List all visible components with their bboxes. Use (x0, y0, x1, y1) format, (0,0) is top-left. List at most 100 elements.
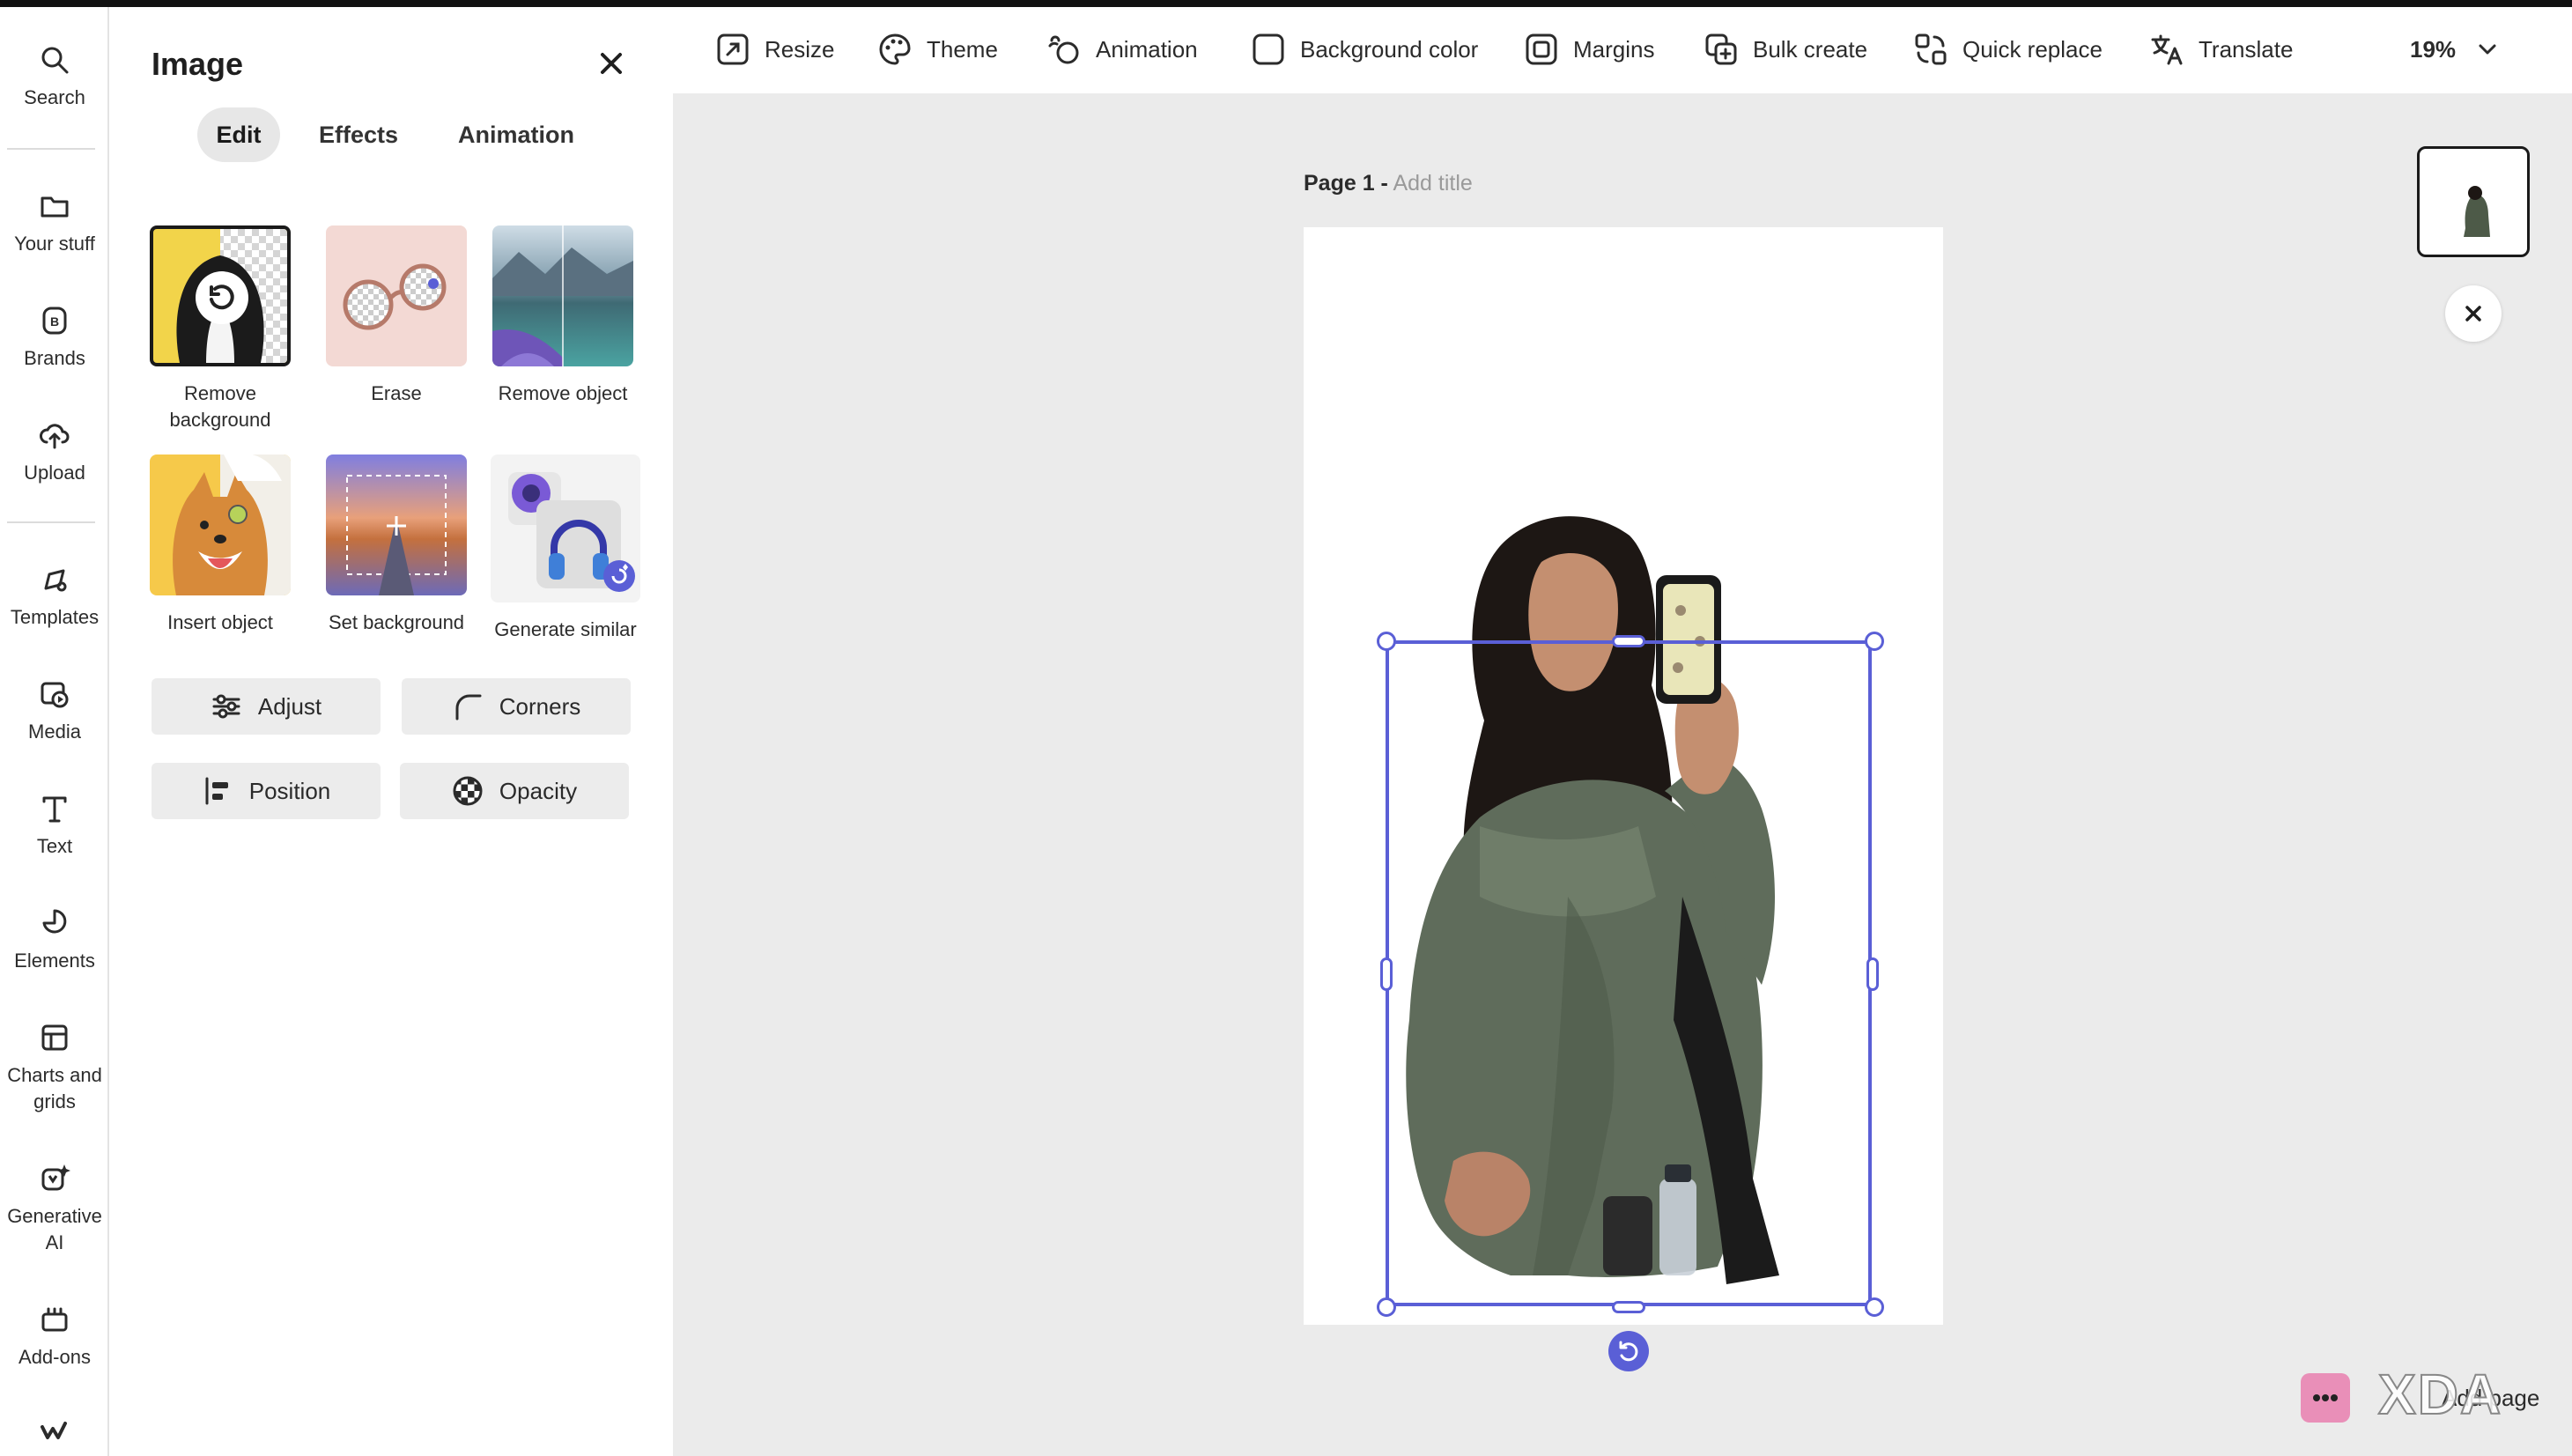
tool-remove-background[interactable]: Remove background (150, 225, 291, 433)
tool-remove-object[interactable]: Remove object (479, 225, 647, 407)
close-icon (601, 53, 622, 74)
thumbnail-close-button[interactable] (2445, 285, 2502, 342)
animation-icon (1048, 35, 1079, 64)
set-background-thumbnail (326, 455, 467, 595)
resize-handle-bottom-right[interactable] (1865, 1297, 1884, 1317)
margins-button[interactable]: Margins (1524, 25, 1654, 74)
rotate-handle[interactable] (1608, 1331, 1649, 1371)
opacity-label: Opacity (499, 777, 578, 804)
window-top-border (0, 0, 2572, 7)
resize-handle-bottom[interactable] (1612, 1301, 1645, 1313)
translate-icon (2151, 34, 2183, 65)
position-label: Position (248, 777, 331, 804)
tool-label: Generate similar (494, 618, 637, 640)
rail-label: Media (28, 721, 81, 743)
left-rail: Search Your stuff B Brands Upload Templa… (0, 7, 109, 1456)
rail-label: Your stuff (14, 233, 95, 255)
rail-item-templates[interactable]: Templates (0, 562, 109, 631)
color-swatch-icon (1253, 33, 1284, 65)
rail-label: Charts and grids (7, 1064, 102, 1112)
resize-handle-right[interactable] (1866, 957, 1879, 991)
tool-generate-similar[interactable]: Generate similar (479, 455, 652, 643)
page-title-input[interactable]: Add title (1393, 171, 1472, 196)
rail-label: Elements (14, 950, 95, 972)
brush-icon (41, 1422, 67, 1439)
erase-thumbnail (326, 225, 467, 366)
tool-label: Remove object (498, 382, 628, 404)
watermark-logo: XDA (2377, 1362, 2503, 1427)
sunglasses-image (343, 263, 447, 330)
bulk-create-label: Bulk create (1753, 35, 1868, 63)
headphones-image (508, 472, 635, 592)
tab-edit[interactable]: Edit (197, 107, 280, 162)
rail-item-add-ons[interactable]: Add-ons (0, 1302, 109, 1371)
page-thumbnail[interactable] (2417, 146, 2530, 257)
position-button[interactable]: Position (152, 763, 381, 819)
svg-text:B: B (50, 314, 59, 329)
bulk-create-icon (1705, 33, 1737, 65)
rail-item-elements[interactable]: Elements (0, 905, 109, 974)
corners-button[interactable]: Corners (402, 678, 631, 735)
resize-handle-top-right[interactable] (1865, 632, 1884, 651)
page-label: Page 1 - Add title (1304, 171, 1473, 196)
generative-ai-icon (41, 1164, 70, 1191)
sliders-icon (212, 694, 240, 719)
rail-item-upload[interactable]: Upload (0, 418, 109, 486)
tool-insert-object[interactable]: Insert object (150, 455, 291, 636)
adjust-button[interactable]: Adjust (152, 678, 381, 735)
resize-handle-left[interactable] (1380, 957, 1393, 991)
upload-cloud-icon (40, 424, 70, 449)
dog-checker-image (176, 229, 287, 363)
rail-divider (7, 148, 95, 150)
translate-button[interactable]: Translate (2149, 25, 2293, 74)
lake-boat-image (492, 225, 633, 366)
bulk-create-button[interactable]: Bulk create (1704, 25, 1867, 74)
tool-label: Remove background (169, 382, 271, 431)
resize-handle-bottom-left[interactable] (1377, 1297, 1396, 1317)
corners-label: Corners (499, 692, 581, 720)
rail-item-your-stuff[interactable]: Your stuff (0, 188, 109, 257)
selection-box[interactable] (1386, 640, 1872, 1306)
rail-item-generative-ai[interactable]: Generative AI (0, 1161, 109, 1256)
background-color-button[interactable]: Background color (1251, 25, 1478, 74)
rail-item-search[interactable]: Search (0, 42, 109, 111)
checker-icon (453, 776, 483, 806)
page-number: Page 1 - (1304, 171, 1388, 196)
resize-handle-top-left[interactable] (1377, 632, 1396, 651)
rail-label: Generative AI (7, 1205, 102, 1253)
quick-replace-button[interactable]: Quick replace (1913, 25, 2103, 74)
generate-similar-thumbnail (491, 455, 640, 602)
tab-effects[interactable]: Effects (301, 107, 416, 162)
elements-icon (42, 909, 67, 934)
search-icon (41, 47, 69, 74)
chat-bubble-icon (2301, 1373, 2350, 1423)
tool-set-background[interactable]: Set background (317, 455, 476, 636)
text-icon (42, 796, 67, 823)
tool-erase[interactable]: Erase (317, 225, 476, 407)
opacity-button[interactable]: Opacity (400, 763, 629, 819)
rail-item-text[interactable]: Text (0, 791, 109, 860)
rail-item-brands[interactable]: B Brands (0, 303, 109, 372)
zoom-value: 19% (2410, 35, 2457, 63)
background-color-label: Background color (1300, 35, 1479, 63)
margins-label: Margins (1573, 35, 1655, 63)
rail-item-media[interactable]: Media (0, 676, 109, 745)
road-desert-image (346, 475, 447, 595)
rail-item-charts-and-grids[interactable]: Charts and grids (0, 1020, 109, 1115)
tool-label: Erase (371, 382, 422, 404)
rail-item-more[interactable] (0, 1416, 109, 1456)
chevron-down-icon (2479, 44, 2496, 55)
resize-label: Resize (765, 35, 835, 63)
insert-object-thumbnail (150, 455, 291, 595)
animation-button[interactable]: Animation (1046, 25, 1198, 74)
resize-button[interactable]: Resize (715, 25, 834, 74)
media-icon (41, 682, 69, 708)
image-panel: Image Edit Effects Animation Remove back… (109, 7, 673, 1456)
tab-animation[interactable]: Animation (437, 107, 595, 162)
panel-close-button[interactable] (592, 44, 631, 83)
resize-handle-top[interactable] (1612, 635, 1645, 647)
tool-label: Insert object (167, 611, 273, 633)
rail-divider (7, 521, 95, 523)
theme-button[interactable]: Theme (877, 25, 998, 74)
zoom-dropdown[interactable]: 19% (2410, 25, 2500, 74)
